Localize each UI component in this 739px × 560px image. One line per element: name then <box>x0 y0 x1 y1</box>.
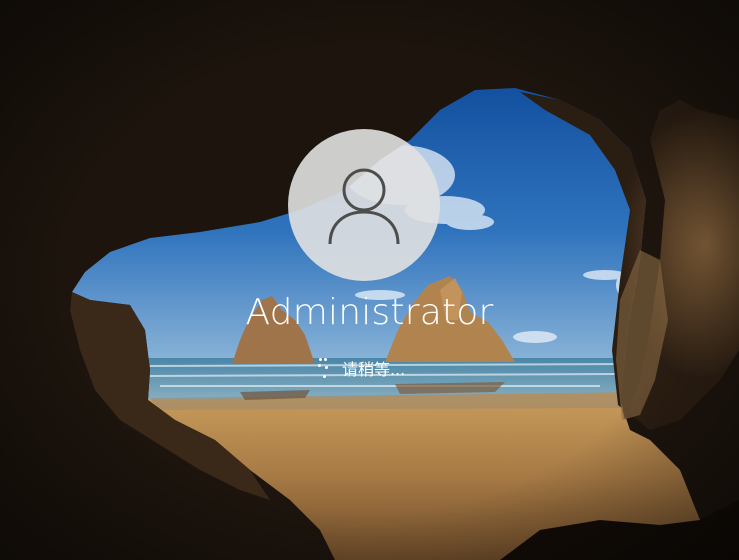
user-avatar <box>288 129 440 281</box>
status-text: 请稍等... <box>342 360 406 379</box>
loading-spinner-icon <box>314 356 338 380</box>
lock-screen: Administrator 请稍等... <box>0 0 739 560</box>
user-name: Administrator <box>245 292 494 333</box>
status-message: 请稍等... <box>314 355 405 381</box>
user-silhouette-icon <box>328 168 400 245</box>
